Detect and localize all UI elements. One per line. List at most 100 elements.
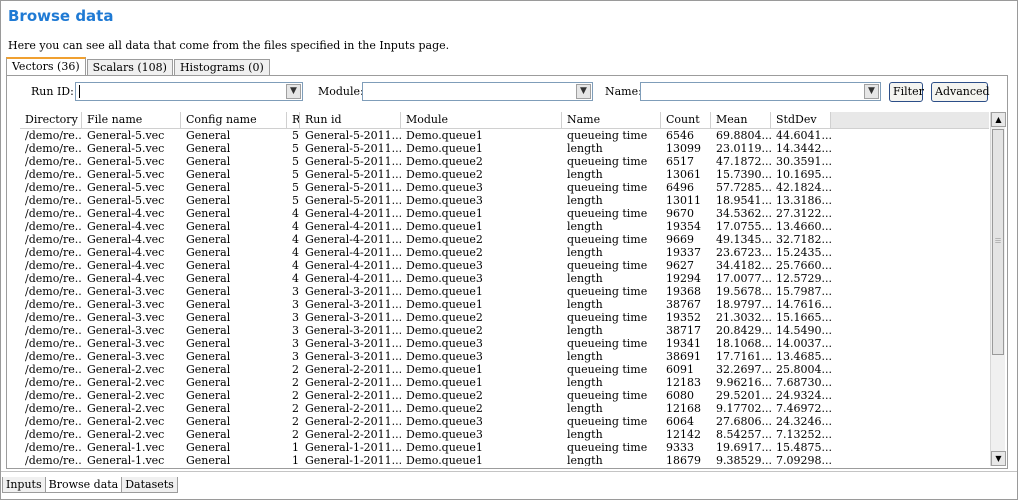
chevron-down-icon[interactable]: ▼ <box>286 84 301 99</box>
table-row[interactable]: /demo/re... General-2.vec General 2 General-… <box>20 428 989 441</box>
table-row[interactable]: /demo/re... General-5.vec General 5 General-… <box>20 181 989 194</box>
table-row[interactable]: /demo/re... General-5.vec General 5 General-… <box>20 129 989 142</box>
tab-scalars[interactable]: Scalars (108) <box>86 59 173 76</box>
table-row[interactable]: /demo/re... General-4.vec General 4 General-… <box>20 220 989 233</box>
run-id-combo[interactable]: ▼ <box>75 82 303 101</box>
col-stddev-cell: 15.1665... <box>776 311 831 324</box>
col-run-id-cell: General-1-2011... <box>305 454 401 466</box>
table-row[interactable]: /demo/re... General-2.vec General 2 General-… <box>20 415 989 428</box>
col-file-name-cell: General-4.vec <box>87 259 165 272</box>
table-row[interactable]: /demo/re... General-2.vec General 2 General-… <box>20 376 989 389</box>
col-mean-cell: 9.96216... <box>716 376 771 389</box>
col-run-number-cell: 1 <box>292 441 299 454</box>
col-module-cell: Demo.queue1 <box>406 441 483 454</box>
col-file-name-cell: General-2.vec <box>87 415 165 428</box>
col-run-id-cell: General-2-2011... <box>305 402 401 415</box>
col-config-name-header[interactable]: Config name <box>181 112 287 128</box>
table-row[interactable]: /demo/re... General-3.vec General 3 General-… <box>20 337 989 350</box>
col-name-cell: queueing time <box>567 337 648 350</box>
col-directory-cell: /demo/re... <box>25 324 82 337</box>
col-stddev-cell: 27.3122... <box>776 207 831 220</box>
table-row[interactable]: /demo/re... General-3.vec General 3 General-… <box>20 350 989 363</box>
col-module-cell: Demo.queue2 <box>406 324 483 337</box>
col-run-number-header[interactable]: R <box>287 112 300 128</box>
col-mean-cell: 18.9541... <box>716 194 771 207</box>
col-stddev-cell: 13.4660... <box>776 220 831 233</box>
table-row[interactable]: /demo/re... General-3.vec General 3 General-… <box>20 285 989 298</box>
col-directory-cell: /demo/re... <box>25 259 82 272</box>
col-config-name-cell: General <box>186 181 231 194</box>
table-row[interactable]: /demo/re... General-1.vec General 1 General-… <box>20 441 989 454</box>
table-row[interactable]: /demo/re... General-4.vec General 4 General-… <box>20 272 989 285</box>
col-config-name-cell: General <box>186 233 231 246</box>
col-count-cell: 6091 <box>666 363 694 376</box>
arrow-up-icon[interactable]: ▲ <box>991 112 1006 127</box>
col-count-cell: 6496 <box>666 181 694 194</box>
col-run-id-header[interactable]: Run id <box>300 112 401 128</box>
col-count-cell: 6517 <box>666 155 694 168</box>
advanced-button[interactable]: Advanced <box>931 82 990 102</box>
col-run-id-cell: General-2-2011... <box>305 376 401 389</box>
col-config-name-cell: General <box>186 428 231 441</box>
table-row[interactable]: /demo/re... General-5.vec General 5 General-… <box>20 155 989 168</box>
col-stddev-cell: 13.4685... <box>776 350 831 363</box>
tab-histograms[interactable]: Histograms (0) <box>173 59 270 76</box>
table-row[interactable]: /demo/re... General-2.vec General 2 General-… <box>20 363 989 376</box>
col-config-name-cell: General <box>186 350 231 363</box>
col-count-cell: 9333 <box>666 441 694 454</box>
table-row[interactable]: /demo/re... General-4.vec General 4 General-… <box>20 207 989 220</box>
col-directory-cell: /demo/re... <box>25 168 82 181</box>
col-mean-cell: 17.0077... <box>716 272 771 285</box>
table-row[interactable]: /demo/re... General-4.vec General 4 General-… <box>20 246 989 259</box>
col-file-name-cell: General-2.vec <box>87 389 165 402</box>
col-run-number-cell: 3 <box>292 285 299 298</box>
table-row[interactable]: /demo/re... General-5.vec General 5 General-… <box>20 168 989 181</box>
table-row[interactable]: /demo/re... General-5.vec General 5 General-… <box>20 194 989 207</box>
scrollbar-thumb[interactable]: — — — <box>992 129 1004 355</box>
col-run-number-cell: 5 <box>292 155 299 168</box>
col-module-cell: Demo.queue2 <box>406 233 483 246</box>
tab-vectors[interactable]: Vectors (36) <box>6 57 86 77</box>
table-row[interactable]: /demo/re... General-2.vec General 2 General-… <box>20 389 989 402</box>
table-row[interactable]: /demo/re... General-5.vec General 5 General-… <box>20 142 989 155</box>
col-file-name-cell: General-5.vec <box>87 142 165 155</box>
col-directory-cell: /demo/re... <box>25 142 82 155</box>
col-name-cell: length <box>567 454 603 466</box>
col-directory-cell: /demo/re... <box>25 207 82 220</box>
col-directory-header[interactable]: Directory <box>20 112 82 128</box>
col-module-header[interactable]: Module <box>401 112 562 128</box>
table-row[interactable]: /demo/re... General-3.vec General 3 General-… <box>20 324 989 337</box>
table-row[interactable]: /demo/re... General-1.vec General 1 General-… <box>20 454 989 466</box>
col-run-number-cell: 4 <box>292 272 299 285</box>
table-row[interactable]: /demo/re... General-2.vec General 2 General-… <box>20 402 989 415</box>
col-name-cell: length <box>567 220 603 233</box>
col-stddev-header[interactable]: StdDev <box>771 112 831 128</box>
col-directory-cell: /demo/re... <box>25 129 82 142</box>
filter-button[interactable]: Filter <box>889 82 924 102</box>
col-run-id-cell: General-4-2011... <box>305 220 401 233</box>
table-row[interactable]: /demo/re... General-4.vec General 4 General-… <box>20 259 989 272</box>
chevron-down-icon[interactable]: ▼ <box>576 84 591 99</box>
col-run-number-cell: 4 <box>292 233 299 246</box>
chevron-down-icon[interactable]: ▼ <box>864 84 879 99</box>
col-count-header[interactable]: Count <box>661 112 711 128</box>
col-directory-cell: /demo/re... <box>25 272 82 285</box>
table-row[interactable]: /demo/re... General-3.vec General 3 General-… <box>20 311 989 324</box>
module-combo[interactable]: ▼ <box>362 82 593 101</box>
tab-browse-data[interactable]: Browse data <box>44 477 123 493</box>
col-count-cell: 18679 <box>666 454 701 466</box>
col-name-header[interactable]: Name <box>562 112 661 128</box>
col-name-cell: queueing time <box>567 155 648 168</box>
col-mean-header[interactable]: Mean <box>711 112 771 128</box>
col-file-name-header[interactable]: File name <box>82 112 181 128</box>
col-module-cell: Demo.queue1 <box>406 376 483 389</box>
col-module-cell: Demo.queue2 <box>406 389 483 402</box>
col-file-name-cell: General-2.vec <box>87 402 165 415</box>
arrow-down-icon[interactable]: ▼ <box>991 451 1006 466</box>
table-row[interactable]: /demo/re... General-4.vec General 4 General-… <box>20 233 989 246</box>
name-combo[interactable]: ▼ <box>640 82 881 101</box>
vertical-scrollbar[interactable]: ▲ — — — ▼ <box>990 112 1006 466</box>
tab-inputs[interactable]: Inputs <box>2 477 46 493</box>
table-row[interactable]: /demo/re... General-3.vec General 3 General-… <box>20 298 989 311</box>
tab-datasets[interactable]: Datasets <box>121 477 178 493</box>
